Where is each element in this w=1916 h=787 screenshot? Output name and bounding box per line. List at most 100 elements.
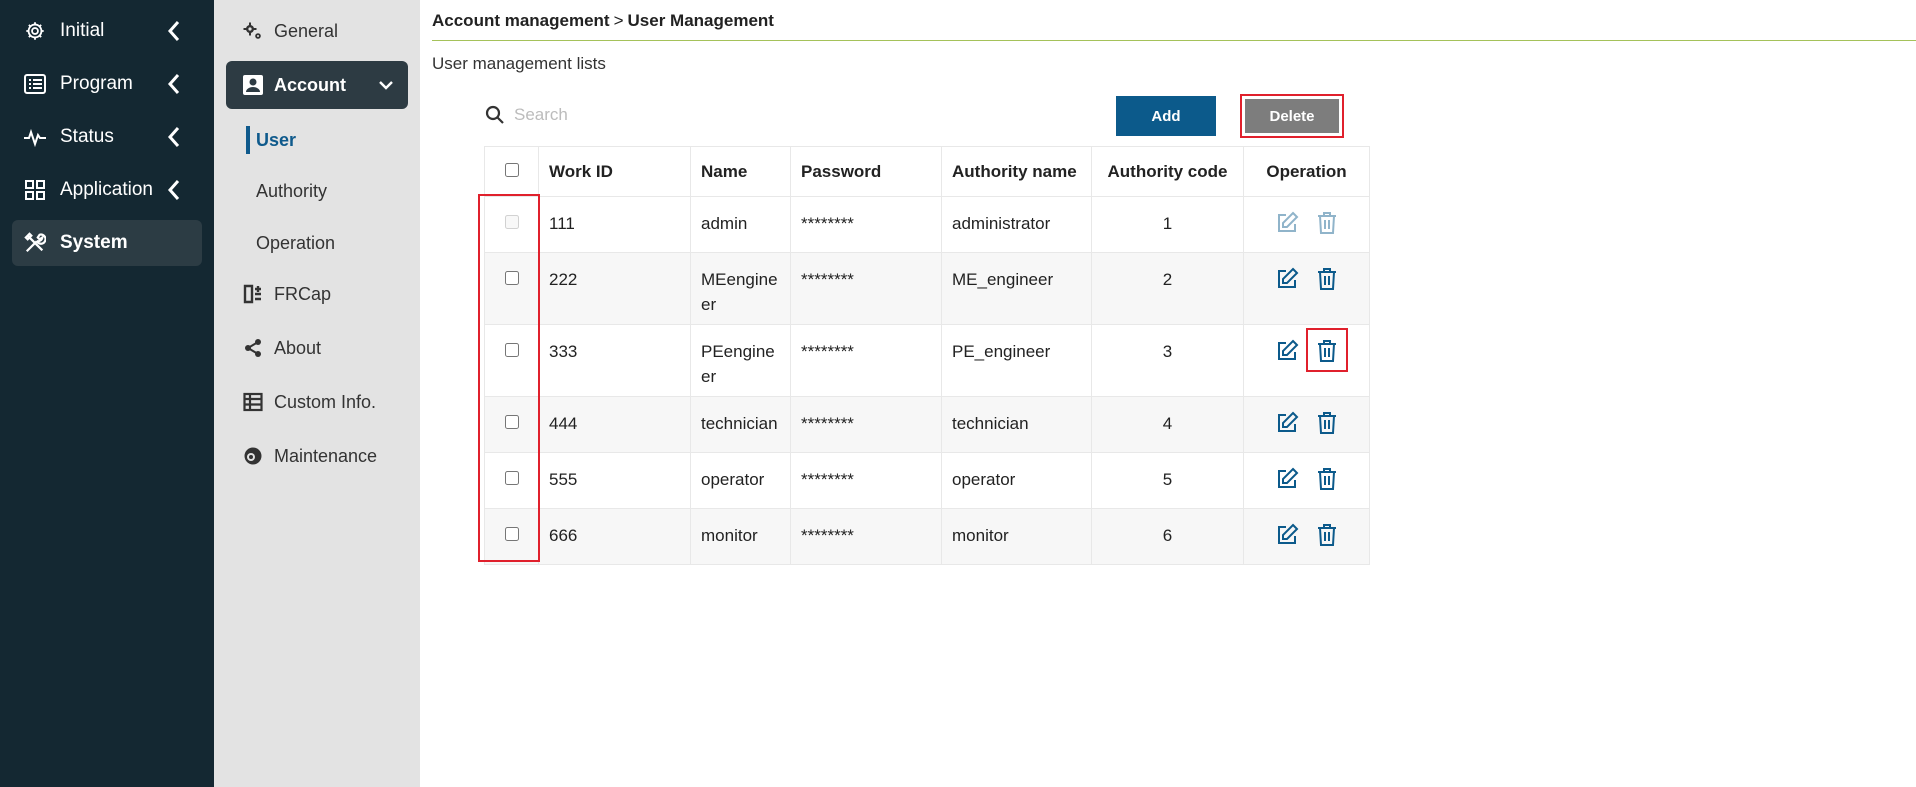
row-select-cell bbox=[484, 252, 539, 325]
cell-name: monitor bbox=[690, 508, 791, 565]
cell-password: ******** bbox=[790, 324, 942, 397]
nav2-sub-label: Operation bbox=[256, 232, 336, 253]
cell-work-id: 111 bbox=[538, 196, 691, 253]
gears-icon bbox=[242, 20, 264, 42]
edit-icon[interactable] bbox=[1273, 465, 1301, 493]
frcap-icon bbox=[242, 283, 264, 305]
nav2-item-custom-info[interactable]: Custom Info. bbox=[226, 382, 408, 422]
cell-password: ******** bbox=[790, 196, 942, 253]
cell-password: ******** bbox=[790, 396, 942, 453]
breadcrumb: Account management > User Management bbox=[432, 11, 774, 31]
chevron-left-icon bbox=[164, 19, 184, 43]
nav-item-label: Status bbox=[60, 126, 114, 147]
list-icon bbox=[22, 71, 48, 97]
search-icon bbox=[484, 104, 506, 126]
trash-icon[interactable] bbox=[1313, 521, 1341, 549]
column-header-operation: Operation bbox=[1243, 146, 1370, 197]
cell-name: operator bbox=[690, 452, 791, 509]
cell-name-text: MEengine er bbox=[701, 270, 778, 314]
cell-authority-code: 3 bbox=[1091, 324, 1244, 397]
column-header-authority-code[interactable]: Authority code bbox=[1091, 146, 1244, 197]
nav2-sub-authority[interactable]: Authority bbox=[252, 175, 327, 207]
row-checkbox[interactable] bbox=[504, 527, 519, 541]
edit-icon[interactable] bbox=[1273, 521, 1301, 549]
cell-name: MEengine er bbox=[690, 252, 791, 325]
cell-work-id: 222 bbox=[538, 252, 691, 325]
add-button[interactable]: Add bbox=[1116, 96, 1216, 136]
cell-authority-name: technician bbox=[941, 396, 1092, 453]
column-header-authority-name[interactable]: Authority name bbox=[941, 146, 1092, 197]
nav2-sub-label: Authority bbox=[256, 180, 328, 201]
nav-item-program[interactable]: Program bbox=[12, 61, 202, 107]
column-header-name[interactable]: Name bbox=[690, 146, 791, 197]
row-checkbox[interactable] bbox=[504, 471, 519, 485]
search-input[interactable] bbox=[512, 104, 716, 126]
nav2-item-label: FRCap bbox=[274, 283, 332, 304]
cell-work-id: 666 bbox=[538, 508, 691, 565]
chevron-down-icon bbox=[378, 79, 394, 91]
delete-button[interactable]: Delete bbox=[1245, 99, 1339, 133]
breadcrumb-separator: > bbox=[613, 11, 624, 30]
cell-authority-name: administrator bbox=[941, 196, 1092, 253]
table-row: 444 technician ******** technician 4 bbox=[484, 396, 1370, 453]
trash-icon[interactable] bbox=[1313, 409, 1341, 437]
cell-authority-name: ME_engineer bbox=[941, 252, 1092, 325]
nav-item-system[interactable]: System bbox=[12, 220, 202, 266]
nav2-sub-operation[interactable]: Operation bbox=[252, 227, 335, 259]
trash-icon[interactable] bbox=[1313, 465, 1341, 493]
cell-authority-code: 1 bbox=[1091, 196, 1244, 253]
user-table: Work ID Name Password Authority name Aut… bbox=[484, 146, 1370, 565]
row-select-cell bbox=[484, 324, 539, 397]
cell-authority-code: 2 bbox=[1091, 252, 1244, 325]
table-row: 666 monitor ******** monitor 6 bbox=[484, 508, 1370, 565]
nav-item-label: Application bbox=[60, 179, 153, 200]
nav2-item-label: About bbox=[274, 337, 322, 358]
cell-name: admin bbox=[690, 196, 791, 253]
chevron-left-icon bbox=[164, 178, 184, 202]
nav2-item-maintenance[interactable]: Maintenance bbox=[226, 436, 408, 476]
nav-item-label: System bbox=[60, 232, 128, 253]
main-content: Account management > User Management User … bbox=[420, 0, 1916, 787]
nav2-item-label: Custom Info. bbox=[274, 391, 377, 412]
cell-operation bbox=[1243, 508, 1370, 565]
column-header-password[interactable]: Password bbox=[790, 146, 942, 197]
nav-item-application[interactable]: Application bbox=[12, 167, 202, 213]
cell-work-id: 444 bbox=[538, 396, 691, 453]
delete-button-highlight: Delete bbox=[1240, 94, 1344, 138]
row-checkbox[interactable] bbox=[504, 271, 519, 285]
nav2-sub-label: User bbox=[256, 129, 297, 150]
cell-password: ******** bbox=[790, 508, 942, 565]
column-header-work-id[interactable]: Work ID bbox=[538, 146, 691, 197]
edit-icon bbox=[1273, 209, 1301, 237]
nav-item-label: Initial bbox=[60, 20, 105, 41]
nav2-sub-user[interactable]: User bbox=[245, 124, 297, 156]
row-checkbox[interactable] bbox=[504, 343, 519, 357]
table-row: 555 operator ******** operator 5 bbox=[484, 452, 1370, 509]
search-box bbox=[484, 98, 724, 132]
nav2-item-account[interactable]: Account bbox=[226, 61, 408, 109]
nav2-item-frcap[interactable]: FRCap bbox=[226, 274, 408, 314]
cell-operation bbox=[1243, 324, 1370, 397]
edit-icon[interactable] bbox=[1273, 337, 1301, 365]
table-row: 333 PEengine er ******** PE_engineer 3 bbox=[484, 324, 1370, 397]
trash-icon[interactable] bbox=[1305, 328, 1348, 372]
nav2-item-about[interactable]: About bbox=[226, 328, 408, 368]
breadcrumb-parent[interactable]: Account management bbox=[432, 11, 610, 30]
nav-item-initial[interactable]: Initial bbox=[12, 8, 202, 54]
select-all-cell bbox=[484, 146, 539, 197]
nav2-item-general[interactable]: General bbox=[226, 11, 408, 51]
select-all-checkbox[interactable] bbox=[504, 162, 519, 177]
row-select-cell bbox=[484, 196, 539, 253]
row-checkbox[interactable] bbox=[504, 415, 519, 429]
row-select-cell bbox=[484, 452, 539, 509]
trash-icon[interactable] bbox=[1313, 265, 1341, 293]
cell-authority-code: 4 bbox=[1091, 396, 1244, 453]
table-header-row: Work ID Name Password Authority name Aut… bbox=[484, 146, 1370, 197]
edit-icon[interactable] bbox=[1273, 265, 1301, 293]
gear-icon bbox=[22, 18, 48, 44]
tools-icon bbox=[22, 230, 48, 256]
edit-icon[interactable] bbox=[1273, 409, 1301, 437]
nav2-item-label: Maintenance bbox=[274, 445, 378, 466]
nav-item-status[interactable]: Status bbox=[12, 114, 202, 160]
primary-sidebar: Initial Program Status Application Syste… bbox=[0, 0, 214, 787]
